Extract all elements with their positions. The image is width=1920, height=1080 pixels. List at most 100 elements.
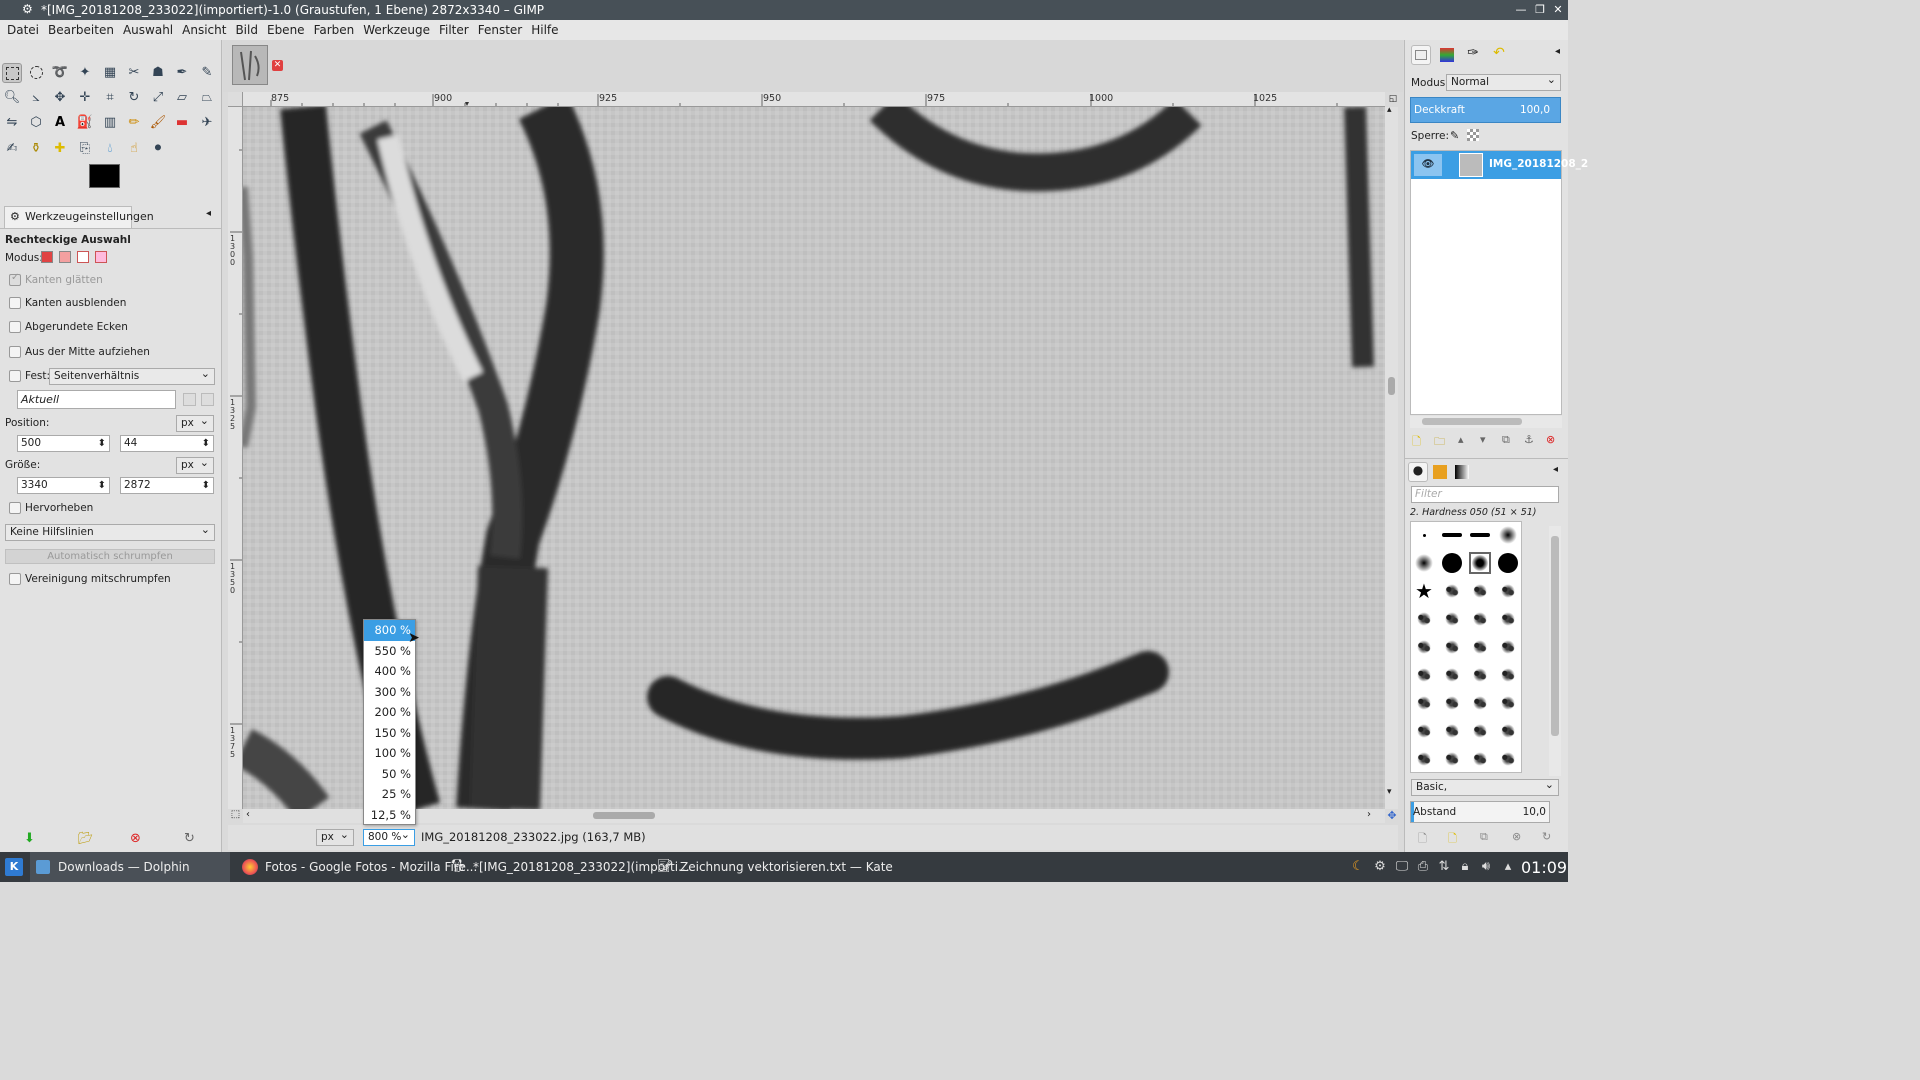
fixed-checkbox[interactable]	[9, 370, 21, 382]
autoshrink-button[interactable]: Automatisch schrumpfen	[5, 549, 215, 564]
task-firefox[interactable]: Fotos - Google Fotos - Mozilla Fire...	[238, 852, 477, 882]
brush-preview[interactable]	[1441, 552, 1463, 574]
foreground-select-tool-icon[interactable]: ☗	[148, 63, 168, 83]
layer-mode-select[interactable]: Normal	[1446, 72, 1561, 91]
select-by-color-tool-icon[interactable]: ▦	[100, 63, 120, 83]
volume-icon[interactable]: 🔊︎	[1478, 859, 1494, 875]
mode-replace-icon[interactable]	[41, 251, 53, 263]
rotate-tool-icon[interactable]: ↻	[124, 88, 144, 108]
brush-preset-select[interactable]: Basic,	[1411, 777, 1559, 796]
panel-config-icon[interactable]: ◂	[206, 208, 211, 219]
layer-hscrollbar[interactable]	[1410, 416, 1562, 428]
network-icon[interactable]: ⇅	[1436, 859, 1452, 875]
vertical-scroll-thumb[interactable]	[1388, 377, 1395, 395]
perspective-clone-tool-icon[interactable]: ⎘	[75, 139, 95, 159]
menu-werkzeuge[interactable]: Werkzeuge	[363, 23, 430, 37]
window-menu-icon[interactable]: ⚙	[22, 2, 33, 16]
cage-tool-icon[interactable]: ⬡	[26, 113, 46, 133]
tray-expand-icon[interactable]: ▴	[1500, 859, 1516, 875]
scroll-down-icon[interactable]: ▾	[1387, 787, 1392, 797]
task-dolphin[interactable]: Downloads — Dolphin	[30, 852, 230, 882]
brush-preview[interactable]	[1469, 664, 1491, 686]
brush-preview[interactable]	[1497, 552, 1519, 574]
refresh-brushes-icon[interactable]: ↻	[1542, 830, 1551, 843]
fuzzy-select-tool-icon[interactable]: ✦	[75, 63, 95, 83]
horizontal-scroll-thumb[interactable]	[593, 812, 655, 819]
brush-preview[interactable]	[1497, 664, 1519, 686]
position-y-field[interactable]: 44	[120, 435, 214, 452]
patterns-tab-icon[interactable]	[1430, 462, 1450, 482]
tool-options-tab[interactable]: ⚙ Werkzeugeinstellungen	[4, 206, 154, 228]
blend-tool-icon[interactable]: ▥	[100, 113, 120, 133]
task-kate[interactable]: 📝︎ Zeichnung vektorisieren.txt — Kate	[655, 852, 893, 882]
layer-row[interactable]: 👁︎ IMG_20181208_2	[1411, 151, 1588, 179]
align-tool-icon[interactable]: ✛	[75, 88, 95, 108]
quick-mask-icon[interactable]: ⬚	[228, 809, 243, 824]
brush-preview[interactable]	[1441, 664, 1463, 686]
menu-bearbeiten[interactable]: Bearbeiten	[48, 23, 114, 37]
spacing-slider[interactable]: Abstand 10,0	[1410, 801, 1550, 823]
brush-preview[interactable]	[1413, 692, 1435, 714]
brush-grid[interactable]: ★	[1410, 521, 1522, 773]
close-image-icon[interactable]: ✕	[272, 60, 283, 71]
zoom-option-100[interactable]: 100 %	[364, 743, 415, 764]
unit-select[interactable]: px	[316, 827, 354, 846]
menu-ebene[interactable]: Ebene	[267, 23, 305, 37]
aspect-current-field[interactable]: Aktuell	[17, 390, 176, 409]
size-unit-select[interactable]: px	[176, 455, 214, 474]
mode-add-icon[interactable]	[59, 251, 71, 263]
restore-options-icon[interactable]: 📂︎	[78, 831, 93, 845]
eye-icon[interactable]: 👁︎	[1414, 154, 1442, 176]
brush-preview[interactable]	[1497, 608, 1519, 630]
task-gimp[interactable]: 🐕︎ *[IMG_20181208_233022](importi...	[446, 852, 690, 882]
position-unit-select[interactable]: px	[176, 413, 214, 432]
bucket-fill-tool-icon[interactable]: ⛽	[75, 113, 95, 133]
zoom-option-50[interactable]: 50 %	[364, 764, 415, 785]
menu-fenster[interactable]: Fenster	[478, 23, 523, 37]
zoom-tool-icon[interactable]: 🔍︎	[2, 88, 22, 108]
clone-tool-icon[interactable]: ⚱	[26, 139, 46, 159]
from-center-checkbox[interactable]	[9, 346, 21, 358]
new-layer-icon[interactable]: 🗋︎	[1412, 433, 1421, 452]
blur-tool-icon[interactable]: 💧︎	[100, 139, 120, 159]
flip-tool-icon[interactable]: ⇋	[2, 113, 22, 133]
scissors-tool-icon[interactable]: ✂	[124, 63, 144, 83]
menu-farben[interactable]: Farben	[314, 23, 355, 37]
brush-scroll-thumb[interactable]	[1551, 536, 1559, 736]
dodge-burn-tool-icon[interactable]: ⚫	[148, 139, 168, 159]
ruler-corner[interactable]	[228, 92, 243, 107]
pencil-tool-icon[interactable]: ✏	[124, 113, 144, 133]
brush-preview[interactable]	[1441, 692, 1463, 714]
brush-preview[interactable]	[1497, 692, 1519, 714]
zoom-option-200[interactable]: 200 %	[364, 702, 415, 723]
brush-preview[interactable]	[1441, 720, 1463, 742]
foreground-color-swatch[interactable]	[89, 164, 120, 188]
brush-preview[interactable]	[1469, 636, 1491, 658]
lock-pixels-icon[interactable]: ✎	[1450, 129, 1459, 142]
antialias-checkbox[interactable]: ✓	[9, 272, 21, 286]
paths-tab-icon[interactable]: ✑	[1463, 45, 1483, 65]
brush-preview[interactable]	[1441, 636, 1463, 658]
lock-alpha-icon[interactable]	[1467, 129, 1479, 141]
mode-intersect-icon[interactable]	[95, 251, 107, 263]
brush-preview[interactable]	[1413, 748, 1435, 770]
brush-dock-config-icon[interactable]: ◂	[1553, 464, 1558, 475]
guides-select[interactable]: Keine Hilfslinien	[5, 522, 215, 541]
brush-preview[interactable]	[1497, 720, 1519, 742]
brush-preview[interactable]	[1497, 524, 1519, 546]
shear-tool-icon[interactable]: ▱	[172, 88, 192, 108]
image-tab-thumbnail[interactable]	[232, 45, 268, 85]
move-tool-icon[interactable]: ✥	[50, 88, 70, 108]
menu-auswahl[interactable]: Auswahl	[123, 23, 173, 37]
airbrush-tool-icon[interactable]: ✈	[197, 113, 217, 133]
brush-preview[interactable]	[1469, 524, 1491, 546]
ink-tool-icon[interactable]: ✍	[2, 139, 22, 159]
save-options-icon[interactable]: ⬇	[24, 831, 35, 846]
menu-ansicht[interactable]: Ansicht	[182, 23, 226, 37]
brush-preview[interactable]	[1469, 720, 1491, 742]
brush-preview[interactable]	[1497, 636, 1519, 658]
position-x-field[interactable]: 500	[17, 435, 110, 452]
delete-brush-icon[interactable]: ⊗	[1512, 830, 1521, 843]
feather-checkbox[interactable]	[9, 297, 21, 309]
brush-preview[interactable]	[1469, 552, 1491, 574]
